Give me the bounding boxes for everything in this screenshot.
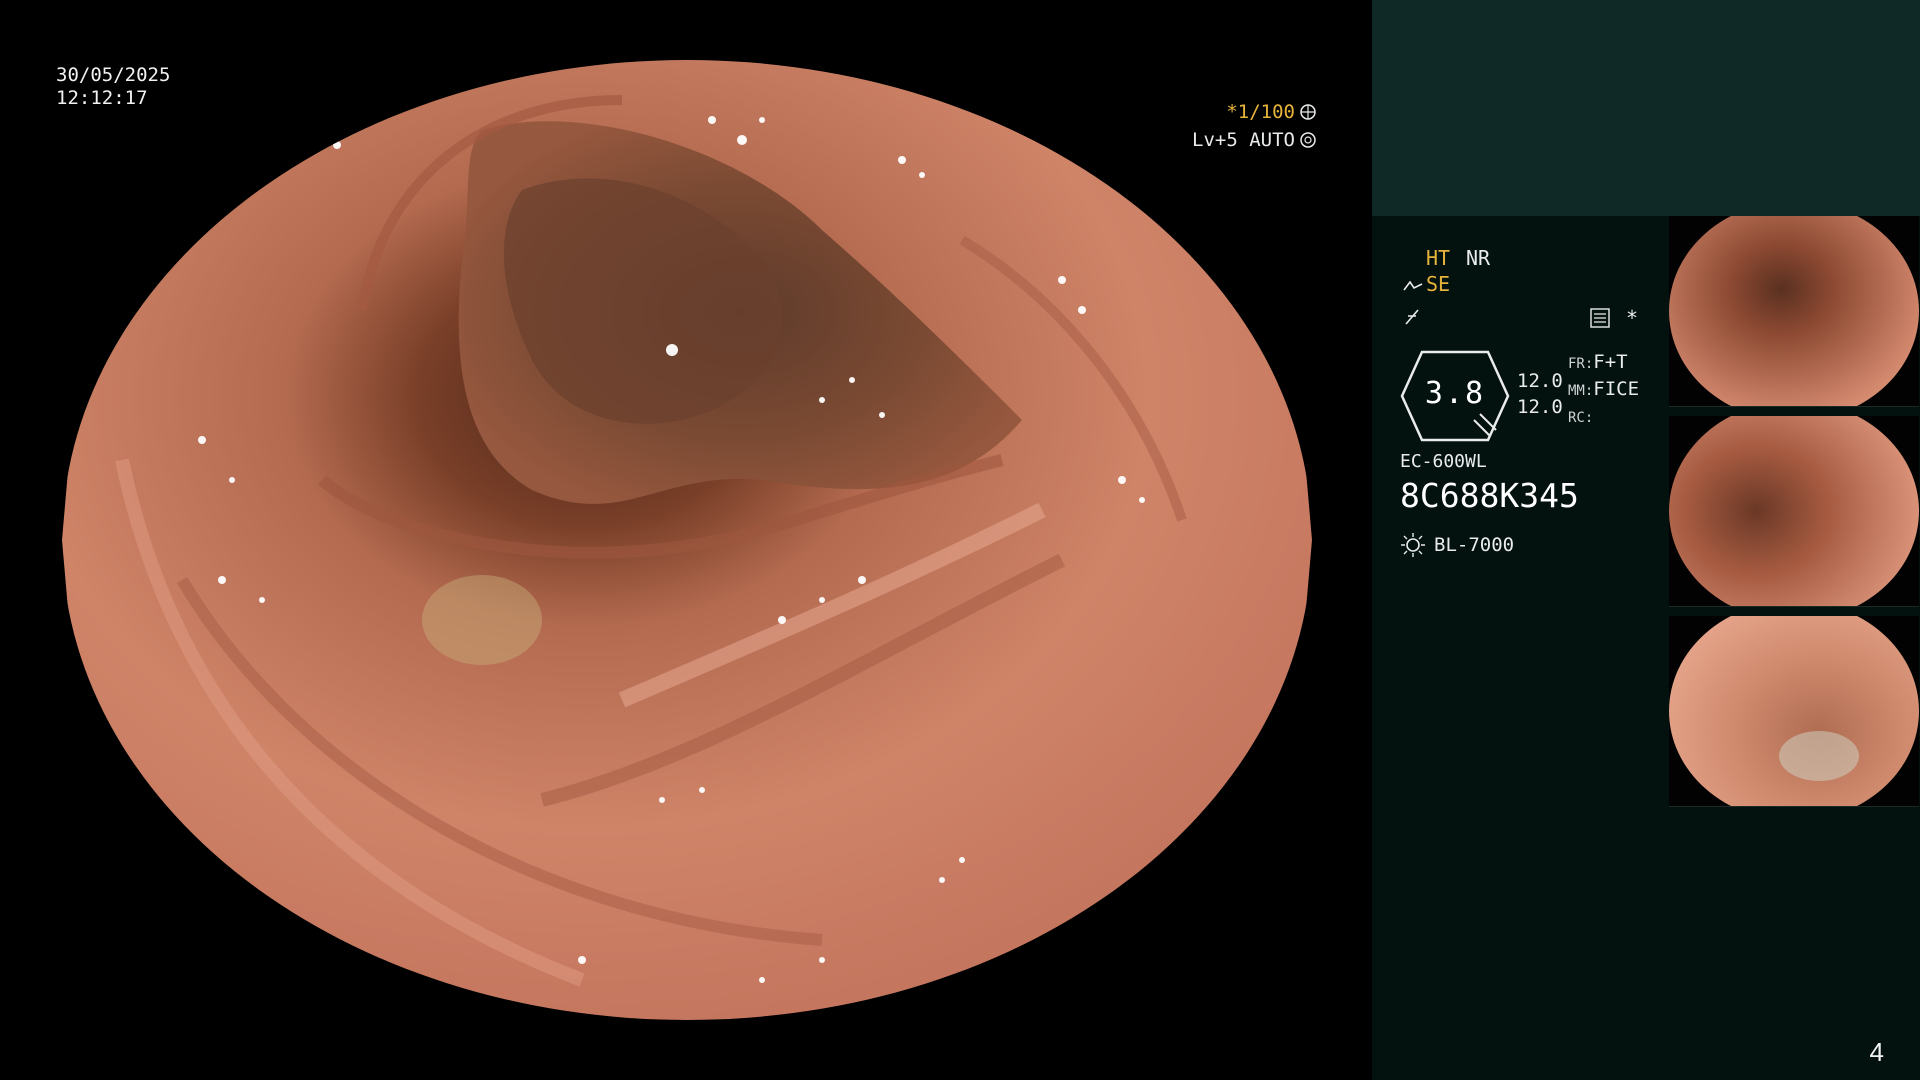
asterisk-mark: * xyxy=(1626,306,1639,330)
se-label: SE xyxy=(1426,272,1451,296)
mm-value: FICE xyxy=(1593,378,1640,400)
thumbnail-1[interactable] xyxy=(1669,216,1919,407)
page-number: 4 xyxy=(1869,1037,1884,1067)
zoom-gauge: 3.8 xyxy=(1400,350,1510,442)
date-text: 30/05/2025 xyxy=(56,64,171,86)
nr-label: NR xyxy=(1466,246,1491,270)
aperture-icon xyxy=(1300,104,1316,120)
thumbnail-3[interactable] xyxy=(1669,616,1919,807)
fr-label: FR: xyxy=(1568,356,1594,372)
shutter-text: *1/100 xyxy=(1226,101,1295,123)
scope-serial: 8C688K345 xyxy=(1400,476,1579,515)
endoscopy-image xyxy=(62,60,1312,1020)
mm-label: MM: xyxy=(1568,383,1594,399)
enhance-icon xyxy=(1403,280,1423,291)
panel-header-area xyxy=(1372,0,1920,216)
scope-model: EC-600WL xyxy=(1400,451,1487,472)
endoscope-viewport: 30/05/2025 12:12:17 *1/100 Lv+5 AUTO xyxy=(0,0,1372,1080)
value-b: 12.0 xyxy=(1517,396,1563,418)
info-panel: HT NR SE * 3.8 12.0 12.0 FR:F+T MM:FICE … xyxy=(1372,0,1920,1080)
ht-label: HT xyxy=(1426,246,1451,270)
settings-list-icon xyxy=(1590,308,1610,328)
light-source-text: BL-7000 xyxy=(1434,534,1515,556)
time-text: 12:12:17 xyxy=(56,87,148,109)
level-text: Lv+5 AUTO xyxy=(1192,129,1295,151)
auto-exposure-icon xyxy=(1300,132,1316,148)
rc-label: RC: xyxy=(1568,410,1594,426)
camera-status: *1/100 Lv+5 AUTO xyxy=(1192,98,1317,154)
gauge-values: 12.0 12.0 xyxy=(1517,368,1563,420)
colon-lumen-illustration xyxy=(62,60,1312,1020)
fr-value: F+T xyxy=(1593,351,1628,373)
gauge-value: 3.8 xyxy=(1424,376,1486,411)
timestamp: 30/05/2025 12:12:17 xyxy=(56,64,170,110)
thumbnail-2[interactable] xyxy=(1669,416,1919,607)
light-source: BL-7000 xyxy=(1400,532,1514,558)
thumbnail-2-image xyxy=(1669,416,1919,606)
light-source-icon xyxy=(1401,533,1425,557)
thumbnail-3-image xyxy=(1669,616,1919,806)
thumbnail-1-image xyxy=(1669,216,1919,406)
value-a: 12.0 xyxy=(1517,370,1563,392)
mode-settings: FR:F+T MM:FICE RC: xyxy=(1568,350,1639,431)
structure-icon xyxy=(1405,309,1419,325)
